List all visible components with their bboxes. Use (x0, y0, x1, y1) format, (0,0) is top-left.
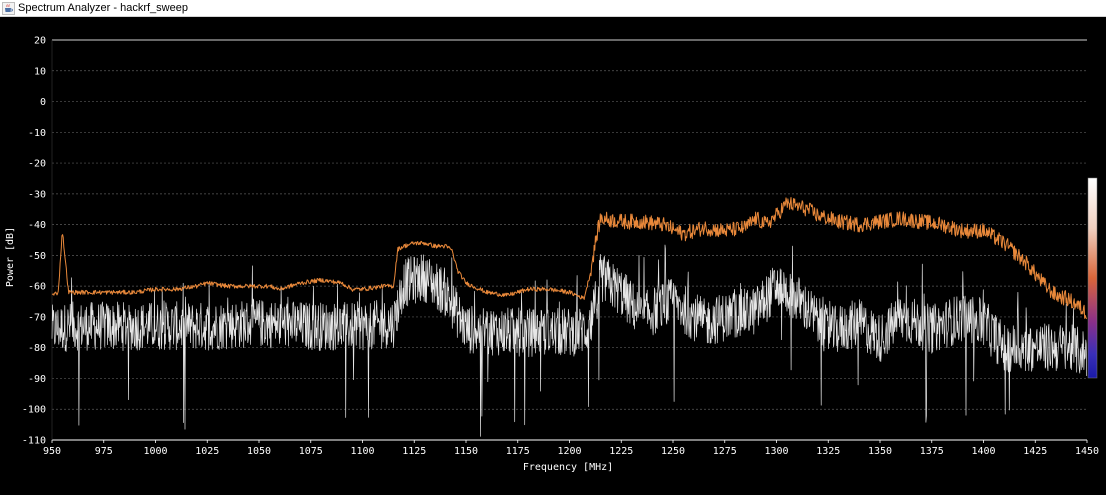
x-tick-label: 1200 (557, 446, 581, 457)
y-tick-label: -100 (22, 405, 46, 416)
x-axis-label: Frequency [MHz] (523, 462, 613, 473)
x-tick-label: 1000 (143, 446, 167, 457)
y-tick-label: 20 (34, 36, 46, 47)
spectrum-plot-area[interactable]: 20 10 0 -10 -20 -30 -40 -50 -60 -70 -80 -90 -100 -110… (0, 17, 1106, 490)
y-tick-label: -80 (28, 343, 46, 354)
x-tick-label: 1025 (195, 446, 219, 457)
x-tick-label: 1175 (506, 446, 530, 457)
y-tick-label: -110 (22, 436, 46, 447)
x-tick-label: 1075 (299, 446, 323, 457)
y-axis-tick-labels: 20 10 0 -10 -20 -30 -40 -50 -60 -70 -80 -90 -100 -110 (22, 36, 46, 447)
title-bar[interactable]: Spectrum Analyzer - hackrf_sweep (0, 0, 1106, 17)
x-tick-label: 1150 (454, 446, 478, 457)
y-tick-label: -90 (28, 374, 46, 385)
y-tick-label: -30 (28, 189, 46, 200)
x-tick-label: 1050 (247, 446, 271, 457)
y-tick-label: -50 (28, 251, 46, 262)
x-tick-label: 1425 (1023, 446, 1047, 457)
y-axis-label: Power [dB] (5, 227, 16, 287)
peak-hold-series (51, 197, 1088, 320)
spectrum-chart[interactable]: 20 10 0 -10 -20 -30 -40 -50 -60 -70 -80 -90 -100 -110… (0, 17, 1106, 490)
y-tick-label: -10 (28, 128, 46, 139)
x-tick-label: 950 (43, 446, 61, 457)
x-tick-label: 1325 (816, 446, 840, 457)
x-tick-label: 1350 (868, 446, 892, 457)
y-tick-label: -40 (28, 220, 46, 231)
axes (51, 40, 1087, 441)
java-coffee-cup-icon (2, 2, 15, 15)
colorbar (1087, 177, 1098, 379)
x-tick-label: 1300 (764, 446, 788, 457)
window-title: Spectrum Analyzer - hackrf_sweep (18, 2, 188, 14)
x-tick-label: 1125 (402, 446, 426, 457)
x-tick-label: 1250 (661, 446, 685, 457)
spectrum-analyzer-window: Spectrum Analyzer - hackrf_sweep 20 10 0 -1… (0, 0, 1106, 490)
x-tick-label: 1225 (609, 446, 633, 457)
x-tick-label: 1400 (971, 446, 995, 457)
y-tick-label: -20 (28, 159, 46, 170)
y-tick-label: -70 (28, 312, 46, 323)
y-tick-label: 0 (40, 97, 46, 108)
x-tick-label: 1100 (350, 446, 374, 457)
live-trace-series (51, 244, 1088, 437)
x-tick-label: 1275 (713, 446, 737, 457)
x-axis-tick-labels: 950 975 1000 1025 1050 1075 1100 1125 1150 1175 12… (43, 440, 1099, 457)
y-tick-label: 10 (34, 66, 46, 77)
y-tick-label: -60 (28, 282, 46, 293)
x-tick-label: 1375 (920, 446, 944, 457)
x-tick-label: 1450 (1075, 446, 1099, 457)
x-tick-label: 975 (95, 446, 113, 457)
